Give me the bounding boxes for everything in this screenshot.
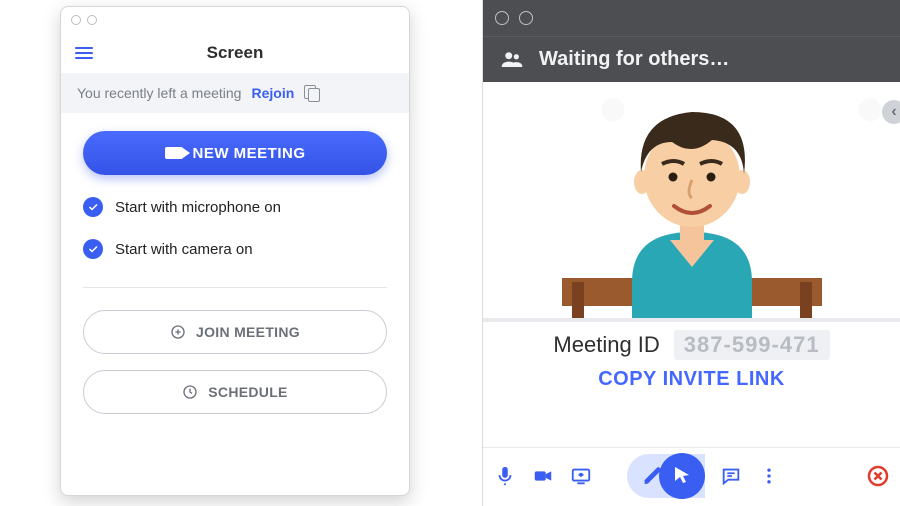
mic-icon[interactable] <box>493 464 517 488</box>
close-icon[interactable] <box>866 464 890 488</box>
video-area: ‹ <box>483 82 900 318</box>
rejoin-link[interactable]: Rejoin <box>251 85 294 101</box>
join-meeting-label: JOIN MEETING <box>196 324 300 340</box>
traffic-light-close-icon[interactable] <box>495 11 509 25</box>
meeting-info-panel: Meeting ID 387-599-471 COPY INVITE LINK <box>483 318 900 447</box>
check-icon <box>83 239 103 259</box>
camera-icon[interactable] <box>531 464 555 488</box>
new-meeting-button[interactable]: NEW MEETING <box>83 131 387 175</box>
option-mic-label: Start with microphone on <box>115 199 281 216</box>
meeting-window: Waiting for others… ‹ <box>482 0 900 506</box>
meeting-toolbar <box>483 447 900 506</box>
screen-app-window: Screen You recently left a meeting Rejoi… <box>60 6 410 496</box>
status-text: Waiting for others… <box>539 48 729 71</box>
window-titlebar <box>483 0 900 36</box>
check-icon <box>83 197 103 217</box>
chat-icon[interactable] <box>719 464 743 488</box>
hamburger-icon[interactable] <box>75 47 93 59</box>
option-camera[interactable]: Start with camera on <box>83 239 387 259</box>
main-body: NEW MEETING Start with microphone on Sta… <box>61 113 409 430</box>
traffic-light-min-icon[interactable] <box>87 15 97 25</box>
more-icon[interactable] <box>757 464 781 488</box>
traffic-light-close-icon[interactable] <box>71 15 81 25</box>
annotate-group <box>627 454 705 498</box>
app-header: Screen <box>61 33 409 73</box>
share-screen-icon[interactable] <box>569 464 593 488</box>
schedule-button[interactable]: SCHEDULE <box>83 370 387 414</box>
app-title: Screen <box>93 43 377 63</box>
pointer-button[interactable] <box>659 453 705 499</box>
window-titlebar <box>61 7 409 33</box>
banner-text: You recently left a meeting <box>77 85 241 101</box>
people-icon <box>499 47 525 73</box>
avatar <box>542 82 842 318</box>
clock-icon <box>182 384 198 400</box>
pointer-icon <box>670 464 694 488</box>
meeting-id-value[interactable]: 387-599-471 <box>674 330 830 360</box>
traffic-light-min-icon[interactable] <box>519 11 533 25</box>
plus-circle-icon <box>170 324 186 340</box>
option-mic[interactable]: Start with microphone on <box>83 197 387 217</box>
copy-invite-link[interactable]: COPY INVITE LINK <box>598 368 785 391</box>
chevron-left-icon[interactable]: ‹ <box>882 100 900 124</box>
divider <box>83 287 387 288</box>
option-camera-label: Start with camera on <box>115 241 253 258</box>
copy-icon[interactable] <box>304 85 320 101</box>
schedule-label: SCHEDULE <box>208 384 287 400</box>
video-camera-icon <box>165 147 183 159</box>
status-bar: Waiting for others… <box>483 36 900 82</box>
join-meeting-button[interactable]: JOIN MEETING <box>83 310 387 354</box>
recent-meeting-banner: You recently left a meeting Rejoin <box>61 73 409 113</box>
new-meeting-label: NEW MEETING <box>193 145 306 162</box>
meeting-id-row: Meeting ID 387-599-471 <box>553 330 829 360</box>
meeting-id-label: Meeting ID <box>553 332 659 358</box>
